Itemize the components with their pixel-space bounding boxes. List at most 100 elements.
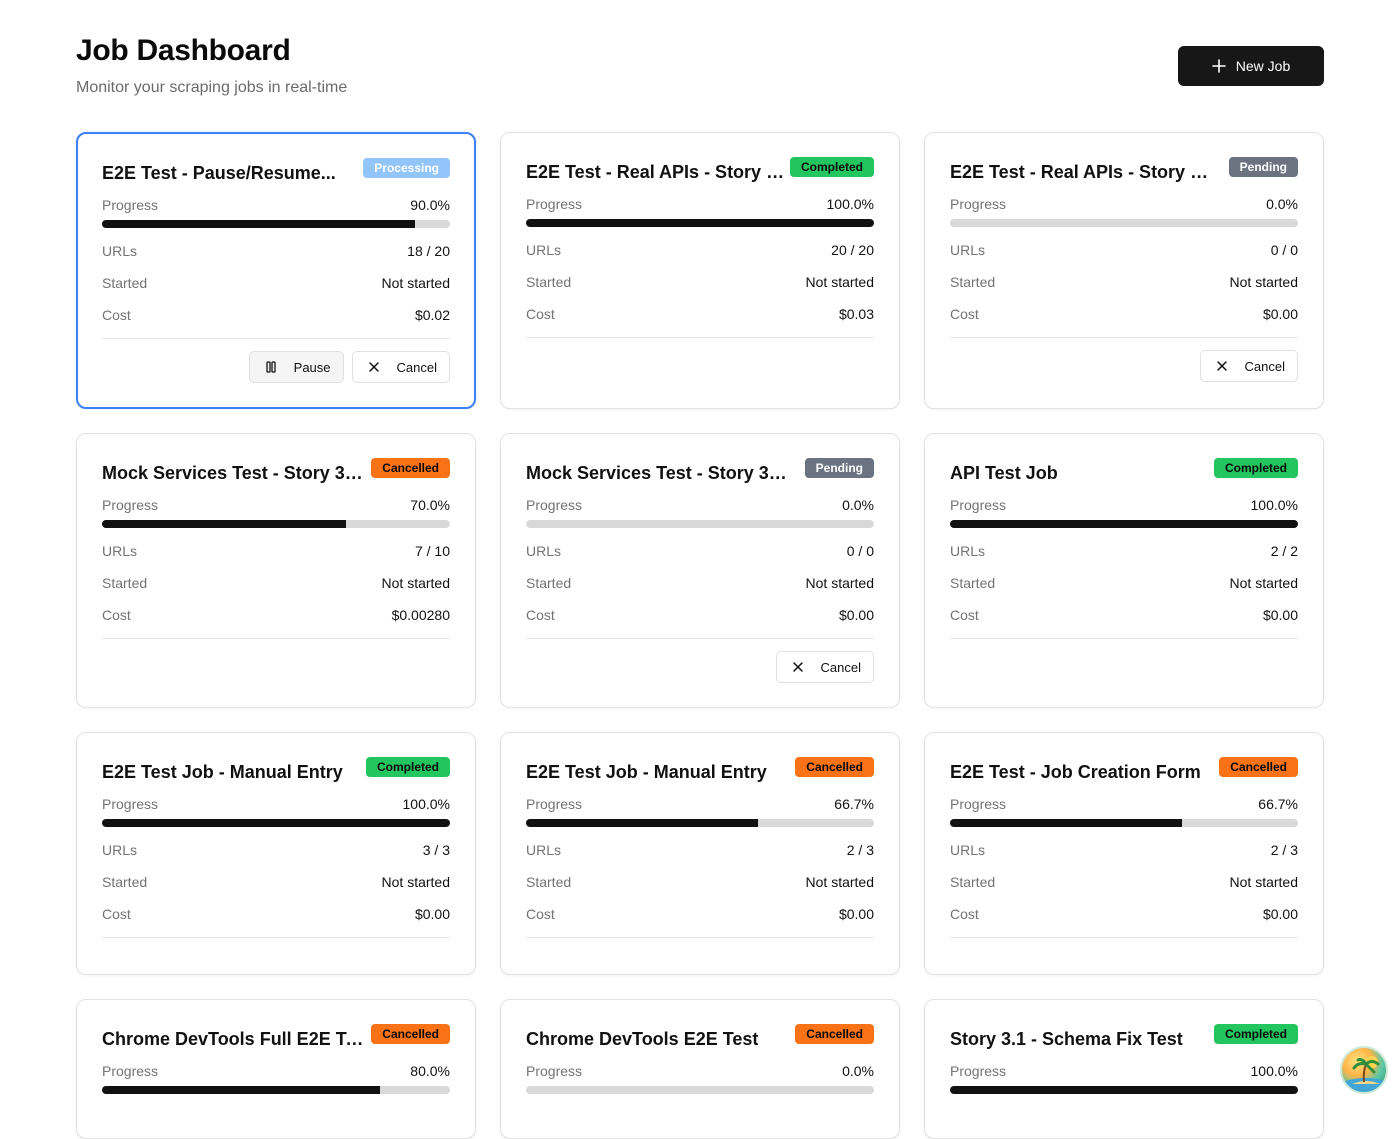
job-card-header: API Test Job Completed — [950, 458, 1298, 484]
urls-label: URLs — [950, 842, 986, 858]
job-card[interactable]: Mock Services Test - Story 3.0... Cancel… — [76, 433, 476, 708]
cancel-button[interactable]: Cancel — [1199, 350, 1298, 382]
job-title: Mock Services Test - Story 3.0... — [526, 463, 788, 483]
progress-row: Progress 0.0% — [950, 195, 1298, 213]
progress-bar — [102, 1086, 450, 1094]
job-card[interactable]: API Test Job Completed Progress 100.0% U… — [924, 433, 1324, 708]
progress-label: Progress — [102, 1063, 159, 1079]
cost-row: Cost $0.02 — [102, 306, 450, 324]
urls-row: URLs 2 / 3 — [526, 841, 874, 859]
cost-label: Cost — [102, 307, 131, 323]
job-actions: Cancel — [950, 350, 1298, 382]
job-card[interactable]: Chrome DevTools E2E Test Cancelled Progr… — [500, 999, 900, 1139]
status-badge: Cancelled — [795, 757, 874, 777]
progress-label: Progress — [950, 796, 1007, 812]
progress-bar-fill — [950, 1086, 1298, 1094]
started-value: Not started — [805, 575, 874, 591]
cost-value: $0.03 — [838, 306, 874, 322]
cost-label: Cost — [526, 906, 555, 922]
urls-value: 0 / 0 — [846, 543, 874, 559]
job-card[interactable]: E2E Test - Job Creation Form Cancelled P… — [924, 732, 1324, 975]
started-row: Started Not started — [102, 873, 450, 891]
started-label: Started — [102, 575, 148, 591]
assistant-avatar-button[interactable] — [1340, 1046, 1388, 1094]
job-card-header: E2E Test - Real APIs - Story 3.1 -... Pe… — [950, 157, 1298, 183]
cost-label: Cost — [526, 607, 555, 623]
progress-value: 0.0% — [842, 497, 874, 513]
progress-value: 0.0% — [842, 1063, 874, 1079]
progress-bar-fill — [950, 520, 1298, 528]
urls-label: URLs — [102, 243, 138, 259]
urls-label: URLs — [950, 242, 986, 258]
close-icon — [368, 362, 379, 372]
urls-label: URLs — [950, 543, 986, 559]
urls-label: URLs — [102, 842, 138, 858]
urls-value: 2 / 2 — [1270, 543, 1298, 559]
started-row: Started Not started — [526, 273, 874, 291]
urls-label: URLs — [526, 242, 562, 258]
started-label: Started — [950, 874, 996, 890]
job-card[interactable]: Story 3.1 - Schema Fix Test Completed Pr… — [924, 999, 1324, 1139]
cost-row: Cost $0.00 — [950, 606, 1298, 624]
progress-row: Progress 66.7% — [950, 795, 1298, 813]
job-card-header: E2E Test - Job Creation Form Cancelled — [950, 757, 1298, 783]
status-badge: Completed — [1213, 458, 1298, 478]
pause-button[interactable]: Pause — [248, 351, 344, 383]
started-value: Not started — [381, 275, 450, 291]
card-divider — [526, 638, 874, 639]
started-value: Not started — [1229, 575, 1298, 591]
card-divider — [102, 638, 450, 639]
job-card[interactable]: E2E Test - Real APIs - Story 3.1 -... Pe… — [924, 132, 1324, 409]
cost-row: Cost $0.00 — [102, 905, 450, 923]
started-label: Started — [526, 874, 572, 890]
progress-label: Progress — [526, 796, 583, 812]
progress-bar — [950, 819, 1298, 827]
cost-row: Cost $0.03 — [526, 305, 874, 323]
progress-label: Progress — [102, 197, 159, 213]
job-card[interactable]: E2E Test - Real APIs - Story 3.1 ... Com… — [500, 132, 900, 409]
job-card-header: E2E Test - Pause/Resume... Processing — [102, 158, 450, 184]
cancel-button[interactable]: Cancel — [351, 351, 450, 383]
urls-row: URLs 20 / 20 — [526, 241, 874, 259]
progress-bar-fill — [102, 819, 450, 827]
job-card[interactable]: Chrome DevTools Full E2E Test Cancelled … — [76, 999, 476, 1139]
progress-value: 100.0% — [402, 796, 450, 812]
card-divider — [950, 337, 1298, 338]
started-row: Started Not started — [950, 574, 1298, 592]
pause-label: Pause — [293, 359, 331, 375]
page-title: Job Dashboard — [76, 34, 291, 67]
cost-value: $0.00 — [1262, 906, 1298, 922]
progress-row: Progress 90.0% — [102, 196, 450, 214]
job-title: E2E Test Job - Manual Entry — [102, 762, 343, 782]
started-label: Started — [950, 575, 996, 591]
urls-label: URLs — [526, 543, 562, 559]
job-card[interactable]: E2E Test Job - Manual Entry Cancelled Pr… — [500, 732, 900, 975]
progress-value: 100.0% — [1250, 1063, 1298, 1079]
job-title: Mock Services Test - Story 3.0... — [102, 463, 364, 483]
plus-icon — [1211, 59, 1226, 73]
progress-row: Progress 80.0% — [102, 1062, 450, 1080]
new-job-button[interactable]: New Job — [1178, 46, 1324, 86]
status-badge: Pending — [804, 458, 874, 478]
job-card[interactable]: E2E Test Job - Manual Entry Completed Pr… — [76, 732, 476, 975]
progress-bar — [526, 520, 874, 528]
progress-bar — [102, 220, 450, 228]
progress-bar — [526, 819, 874, 827]
card-divider — [102, 338, 450, 339]
urls-value: 18 / 20 — [407, 243, 450, 259]
progress-value: 80.0% — [410, 1063, 450, 1079]
job-card[interactable]: Mock Services Test - Story 3.0... Pendin… — [500, 433, 900, 708]
cost-row: Cost $0.00 — [950, 305, 1298, 323]
cost-value: $0.02 — [414, 307, 450, 323]
job-title: E2E Test Job - Manual Entry — [526, 762, 767, 782]
started-value: Not started — [381, 874, 450, 890]
cancel-button[interactable]: Cancel — [775, 651, 874, 683]
started-label: Started — [102, 275, 148, 291]
card-divider — [950, 638, 1298, 639]
cost-row: Cost $0.00 — [526, 905, 874, 923]
job-card[interactable]: E2E Test - Pause/Resume... Processing Pr… — [76, 132, 476, 409]
progress-bar-fill — [950, 819, 1183, 827]
started-value: Not started — [1229, 274, 1298, 290]
progress-label: Progress — [102, 796, 159, 812]
urls-row: URLs 2 / 2 — [950, 542, 1298, 560]
